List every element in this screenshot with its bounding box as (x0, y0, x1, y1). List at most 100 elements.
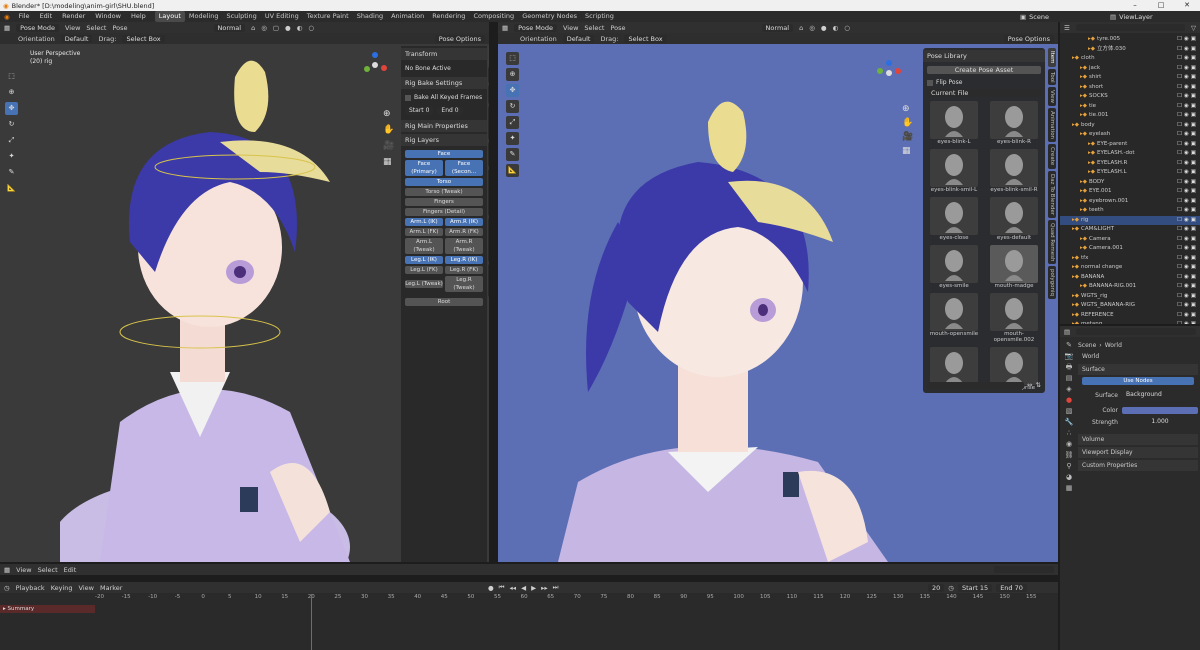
sidebar-tab-polygoniq[interactable]: polygoniq (488, 264, 489, 298)
sidebar-tab-quad-remesh[interactable]: Quad Remesh (488, 217, 489, 263)
pose-asset-mouth-opensmile[interactable]: mouth-opensmile (924, 293, 984, 343)
layer-leg-l-fk[interactable]: Leg.L (FK) (405, 266, 443, 274)
snap-icon[interactable]: ⌂ (251, 24, 255, 32)
jump-end-icon[interactable]: ⏭ (553, 583, 559, 592)
visibility-eye-icon[interactable]: ☐◉▣ (1177, 130, 1198, 140)
workspace-tab-shading[interactable]: Shading (353, 11, 387, 22)
rig-main-section[interactable]: Rig Main Properties (401, 120, 487, 132)
layer-face-primary[interactable]: Face (Primary) (405, 160, 443, 176)
create-pose-asset-button[interactable]: Create Pose Asset (927, 66, 1041, 74)
sidebar-tab-quad-remesh[interactable]: Quad Remesh (1048, 219, 1056, 265)
outliner-item[interactable]: ▸◆ jack ☐◉▣ (1060, 64, 1200, 74)
marker-menu[interactable]: Marker (100, 584, 122, 592)
pose-menu[interactable]: Pose (610, 24, 625, 32)
move-tool-icon[interactable]: ✥ (5, 102, 18, 115)
material-tab-icon[interactable]: ◕ (1063, 472, 1075, 483)
sidebar-tab-item[interactable]: Item (488, 46, 489, 65)
cursor-tool-icon[interactable]: ⊕ (5, 86, 18, 99)
workspace-tab-modeling[interactable]: Modeling (185, 11, 223, 22)
outliner-item[interactable]: ▸◆ shirt ☐◉▣ (1060, 73, 1200, 83)
rig-layers-section[interactable]: Rig Layers (401, 134, 487, 146)
orientation-dropdown[interactable]: Default (562, 34, 595, 43)
layer-arm-l-fk[interactable]: Arm.L (FK) (405, 228, 443, 236)
sidebar-tab-daz-to-blender[interactable]: Daz To Blender (488, 168, 489, 216)
constraints-tab-icon[interactable]: ⛓ (1063, 450, 1075, 461)
visibility-eye-icon[interactable]: ☐◉▣ (1177, 111, 1198, 121)
outliner-item[interactable]: ▸◆ rig ☐◉▣ (1060, 215, 1200, 225)
right-viewport[interactable]: ▦ Pose Mode View Select Pose Normal ⌂ ◎ … (498, 22, 1058, 562)
character-rig-view[interactable] (60, 42, 390, 562)
layer-arm-r-ik[interactable]: Arm.R (IK) (445, 218, 483, 226)
close-button[interactable]: ✕ (1174, 0, 1200, 11)
pose-asset-eyes-smile[interactable]: eyes-smile (924, 245, 984, 289)
grid-view-icon[interactable]: ▦ (383, 154, 394, 170)
sidebar-tab-tool[interactable]: Tool (1048, 68, 1056, 86)
sidebar-tab-animation[interactable]: Animation (1048, 108, 1056, 143)
outliner-item[interactable]: ▸◆ Camera ☐◉▣ (1060, 235, 1200, 245)
outliner-item[interactable]: ▸◆ cloth ☐◉▣ (1060, 54, 1200, 64)
visibility-eye-icon[interactable]: ☐◉▣ (1177, 102, 1198, 112)
modifier-tab-icon[interactable]: 🔧 (1063, 417, 1075, 428)
layer-arm-r-fk[interactable]: Arm.R (FK) (445, 228, 483, 236)
start-frame-field[interactable]: Start 15 (957, 583, 993, 592)
pose-options-dropdown[interactable]: Pose Options (1003, 34, 1054, 43)
layer-torso-tweak[interactable]: Torso (Tweak) (405, 188, 483, 196)
sidebar-tab-create[interactable]: Create (488, 142, 489, 167)
menu-render[interactable]: Render (57, 11, 90, 22)
surface-panel[interactable]: Surface (1078, 364, 1198, 375)
viewlayer-selector[interactable]: ViewLayer (1119, 13, 1153, 21)
sort-icon[interactable]: ⇅ (1036, 381, 1041, 389)
select-tool-icon[interactable]: ⬚ (5, 70, 18, 83)
output-tab-icon[interactable]: 🖶 (1063, 362, 1075, 373)
view-menu[interactable]: View (65, 24, 80, 32)
outliner-item[interactable]: ▸◆ REFERENCE ☐◉▣ (1060, 311, 1200, 321)
workspace-tab-scripting[interactable]: Scripting (581, 11, 618, 22)
layer-leg-r-fk[interactable]: Leg.R (FK) (445, 266, 483, 274)
shading-solid-icon[interactable]: ● (285, 24, 291, 32)
scale-tool-icon[interactable]: ⤢ (5, 134, 18, 147)
transform-pivot-dropdown[interactable]: Normal (213, 23, 246, 32)
summary-expand-icon[interactable]: ▸ (3, 606, 6, 612)
menu-edit[interactable]: Edit (35, 11, 58, 22)
outliner-item[interactable]: ▸◆ Camera.001 ☐◉▣ (1060, 244, 1200, 254)
next-key-icon[interactable]: ▸▸ (541, 584, 548, 592)
layer-fingers-detail[interactable]: Fingers (Detail) (405, 208, 483, 216)
minimize-button[interactable]: – (1122, 0, 1148, 11)
menu-window[interactable]: Window (90, 11, 126, 22)
rotate-tool-icon[interactable]: ↻ (506, 100, 519, 113)
shading-material-icon[interactable]: ◐ (833, 24, 839, 32)
timeline-editor-icon[interactable]: ◷ (4, 584, 10, 592)
visibility-eye-icon[interactable]: ☐◉▣ (1177, 121, 1198, 131)
shading-rendered-icon[interactable]: ○ (308, 24, 314, 32)
workspace-tab-compositing[interactable]: Compositing (469, 11, 518, 22)
visibility-eye-icon[interactable]: ☐◉▣ (1177, 244, 1198, 254)
editor-type-icon[interactable]: ▦ (4, 566, 10, 574)
menu-file[interactable]: File (14, 11, 35, 22)
volume-panel[interactable]: Volume (1078, 434, 1198, 445)
transform-pivot-dropdown[interactable]: Normal (761, 23, 794, 32)
flip-pose-checkbox[interactable] (927, 79, 933, 86)
bake-all-checkbox[interactable] (405, 94, 411, 101)
sidebar-tab-animation[interactable]: Animation (488, 106, 489, 141)
play-reverse-icon[interactable]: ◀ (521, 584, 526, 592)
visibility-eye-icon[interactable]: ☐◉▣ (1177, 263, 1198, 273)
camera-view-icon[interactable]: 🎥 (383, 138, 394, 154)
visibility-eye-icon[interactable]: ☐◉▣ (1177, 83, 1198, 93)
filter-search-field[interactable] (994, 566, 1054, 573)
visibility-eye-icon[interactable]: ☐◉▣ (1177, 282, 1198, 292)
pan-hand-icon[interactable]: ✋ (383, 122, 394, 138)
strength-field[interactable]: 1.000 (1122, 418, 1198, 426)
visibility-eye-icon[interactable]: ☐◉▣ (1177, 149, 1198, 159)
color-swatch[interactable] (1122, 406, 1198, 414)
bake-end-field[interactable]: End 0 (437, 107, 463, 115)
annotate-tool-icon[interactable]: ✎ (5, 166, 18, 179)
visibility-eye-icon[interactable]: ☐◉▣ (1177, 206, 1198, 216)
visibility-eye-icon[interactable]: ☐◉▣ (1177, 45, 1198, 55)
zoom-icon[interactable]: ⊕ (902, 102, 913, 116)
custom-properties-panel[interactable]: Custom Properties (1078, 460, 1198, 471)
workspace-tab-texture-paint[interactable]: Texture Paint (303, 11, 353, 22)
outliner-item[interactable]: ▸◆ EYELASH.R ☐◉▣ (1060, 159, 1200, 169)
playback-menu[interactable]: Playback (16, 584, 45, 592)
shading-rendered-icon[interactable]: ○ (844, 24, 850, 32)
left-viewport[interactable]: ▦ Pose Mode View Select Pose Normal ⌂ ◎ … (0, 22, 489, 562)
